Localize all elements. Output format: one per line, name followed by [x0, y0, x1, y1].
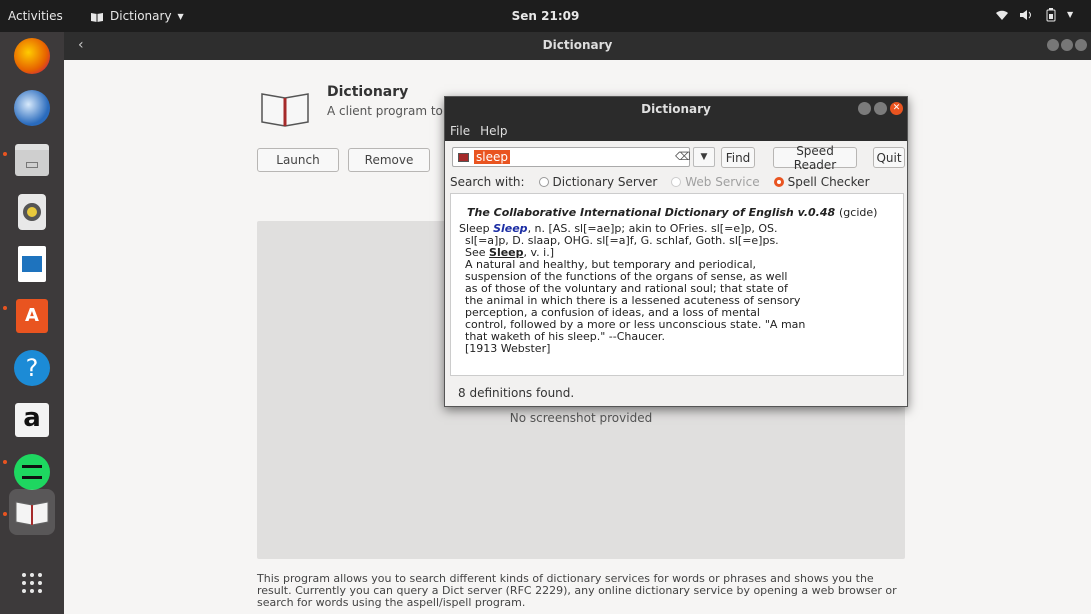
show-applications-button[interactable]: [9, 560, 55, 606]
shopping-bag-icon: A: [16, 299, 48, 333]
dictionary-titlebar: Dictionary ✕: [445, 97, 907, 121]
dock-rhythmbox[interactable]: [9, 189, 55, 235]
radio-spell-checker[interactable]: Spell Checker: [773, 175, 870, 189]
document-icon: [18, 246, 46, 282]
radio-label: Web Service: [685, 175, 760, 189]
book-icon: [261, 93, 309, 127]
help-icon: ?: [14, 350, 50, 386]
status-bar: 8 definitions found.: [458, 386, 575, 400]
files-icon: [15, 144, 49, 176]
menu-bar: File Help: [445, 121, 907, 141]
maximize-button[interactable]: [874, 102, 887, 115]
battery-icon[interactable]: [1045, 8, 1057, 22]
dock-writer[interactable]: [9, 241, 55, 287]
dictionary-flag-icon: [458, 153, 469, 162]
dock-software[interactable]: A: [9, 293, 55, 339]
radio-indicator: [773, 177, 784, 187]
running-indicator: [3, 460, 7, 464]
dictionary-title: Dictionary: [641, 102, 711, 116]
search-with-label: Search with:: [450, 175, 525, 189]
close-button[interactable]: ✕: [890, 102, 903, 115]
maximize-button[interactable]: [1061, 39, 1073, 51]
chevron-down-icon: ▼: [177, 11, 184, 21]
clear-icon[interactable]: ⌫: [675, 150, 691, 163]
speed-reader-button[interactable]: Speed Reader: [773, 144, 857, 172]
dock-firefox[interactable]: [9, 33, 55, 79]
screenshot-label: No screenshot provided: [509, 411, 653, 425]
dock-help[interactable]: ?: [9, 345, 55, 391]
definition-view[interactable]: The Collaborative International Dictiona…: [450, 193, 904, 376]
book-icon: [91, 12, 103, 22]
database-heading: The Collaborative International Dictiona…: [467, 207, 895, 219]
dock-files[interactable]: [9, 137, 55, 183]
search-input-value: sleep: [474, 150, 510, 164]
firefox-icon: [14, 38, 50, 74]
launch-button[interactable]: Launch: [257, 148, 339, 172]
radio-web-service[interactable]: Web Service: [671, 175, 760, 189]
minimize-button[interactable]: [858, 102, 871, 115]
app-summary: A client program to query: [327, 104, 447, 118]
book-icon: [15, 501, 49, 526]
running-indicator: [3, 152, 7, 156]
back-button[interactable]: ‹: [78, 37, 84, 53]
running-indicator: [3, 306, 7, 310]
dock: A ? a: [0, 32, 64, 614]
menu-file[interactable]: File: [450, 124, 470, 138]
spotify-icon: [14, 454, 50, 490]
definition-line: [1913 Webster]: [465, 342, 551, 355]
software-headerbar: ‹ Dictionary: [64, 32, 1091, 60]
dictionary-window: Dictionary ✕ File Help sleep ⌫ ▼ Find Sp…: [444, 96, 908, 407]
app-description: This program allows you to search differ…: [257, 572, 897, 609]
running-indicator: [3, 512, 7, 516]
radio-indicator: [671, 177, 682, 187]
chevron-down-icon[interactable]: ▼: [1067, 10, 1081, 24]
amazon-icon: a: [15, 403, 49, 437]
menu-help[interactable]: Help: [480, 124, 507, 138]
radio-label: Dictionary Server: [552, 175, 658, 189]
database-name: The Collaborative International Dictiona…: [467, 206, 836, 219]
app-menu-label: Dictionary: [110, 9, 172, 23]
search-history-dropdown[interactable]: ▼: [693, 147, 715, 167]
search-input[interactable]: sleep ⌫: [452, 147, 691, 167]
radio-label: Spell Checker: [787, 175, 870, 189]
radio-dictionary-server[interactable]: Dictionary Server: [538, 175, 658, 189]
find-button[interactable]: Find: [721, 147, 755, 168]
close-button[interactable]: [1075, 39, 1087, 51]
search-with-row: Search with: Dictionary Server Web Servi…: [450, 175, 870, 189]
database-id: (gcide): [839, 206, 878, 219]
volume-icon[interactable]: [1019, 8, 1035, 22]
quit-button[interactable]: Quit: [873, 147, 905, 168]
radio-indicator: [538, 177, 549, 187]
app-menu[interactable]: Dictionary ▼: [90, 9, 184, 23]
top-bar: Activities Dictionary ▼ Sen 21:09 ▼: [0, 0, 1091, 32]
thunderbird-icon: [14, 90, 50, 126]
dock-dictionary[interactable]: [9, 489, 55, 535]
remove-button[interactable]: Remove: [348, 148, 430, 172]
window-title: Dictionary: [542, 38, 613, 52]
window-controls: [1047, 39, 1087, 51]
system-tray[interactable]: ▼: [995, 8, 1081, 24]
window-controls: ✕: [858, 102, 903, 115]
wifi-icon[interactable]: [995, 8, 1009, 22]
dock-thunderbird[interactable]: [9, 85, 55, 131]
dock-amazon[interactable]: a: [9, 397, 55, 443]
minimize-button[interactable]: [1047, 39, 1059, 51]
speaker-icon: [18, 194, 46, 230]
activities-button[interactable]: Activities: [8, 9, 63, 23]
grid-icon: [22, 573, 42, 593]
app-name: Dictionary: [327, 84, 409, 100]
chevron-down-icon: ▼: [700, 152, 708, 162]
